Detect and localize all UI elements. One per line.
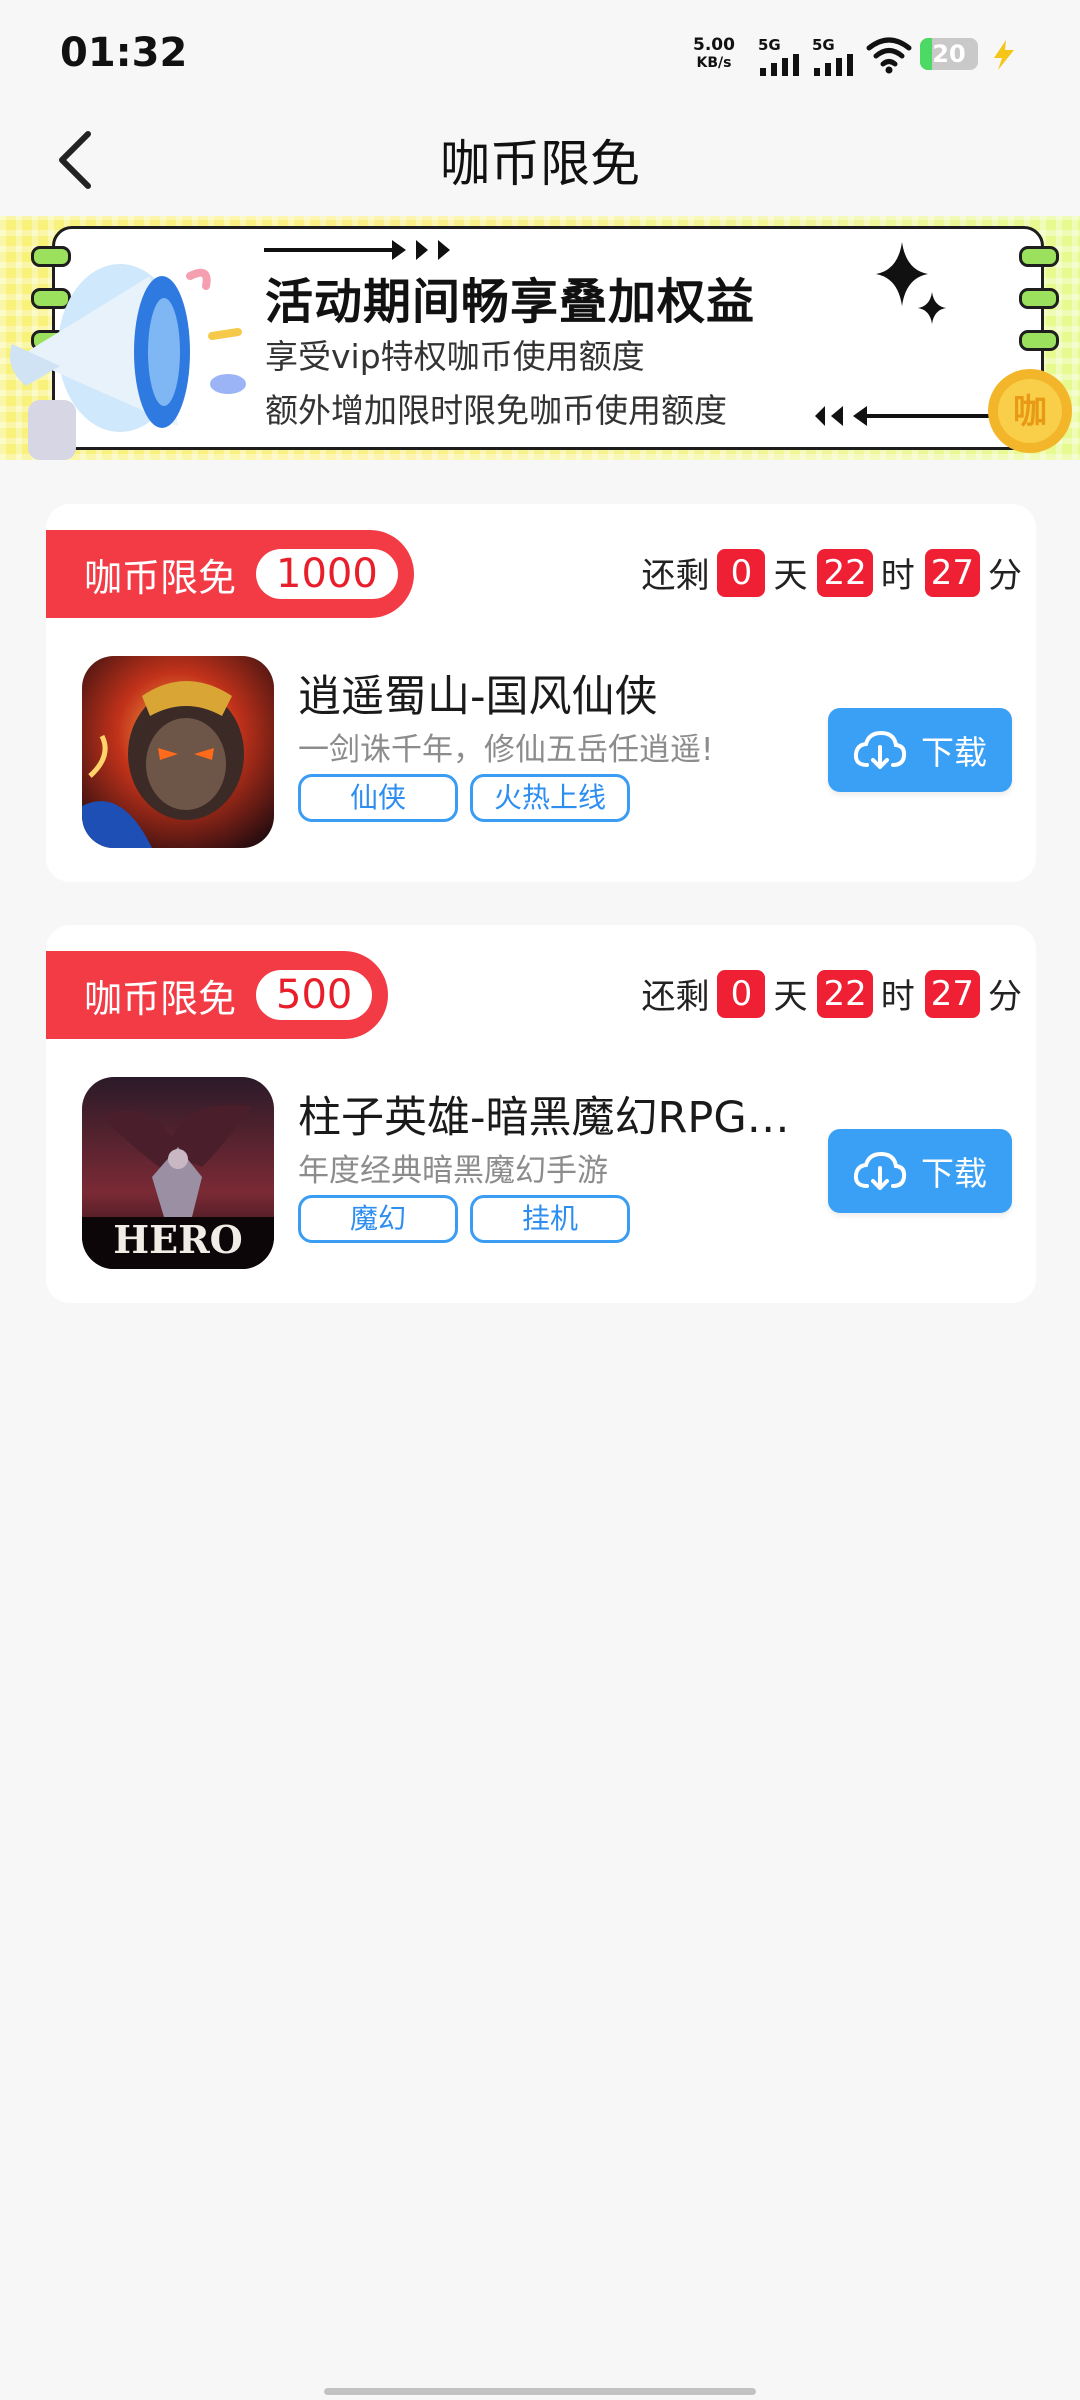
signal-1-label: 5G [758, 36, 781, 54]
free-coin-card[interactable]: 咖币限免 500 还剩 0 天 22 时 27 分 HERO 柱子英雄-暗黑魔幻… [46, 925, 1036, 1303]
countdown-days: 0 [717, 969, 766, 1018]
megaphone-icon [9, 264, 246, 460]
arrow-decoration-icon [815, 406, 990, 426]
network-speed-value: 5.00 [693, 35, 735, 55]
promo-banner[interactable]: 咖 活动期间畅享叠加权益 享受vip特权咖币使用额度 额外增加限时限免咖币使用额… [0, 216, 1080, 460]
banner-subtitle-1: 享受vip特权咖币使用额度 [265, 337, 645, 376]
countdown-hours-unit: 时 [880, 977, 915, 1017]
status-time: 01:32 [60, 30, 188, 76]
network-speed-unit: KB/s [696, 55, 732, 71]
countdown-prefix: 还剩 [641, 977, 710, 1017]
banner-title: 活动期间畅享叠加权益 [265, 274, 756, 330]
hero-logo-text: HERO [113, 1217, 243, 1262]
free-coin-card[interactable]: 咖币限免 1000 还剩 0 天 22 时 27 分 逍遥蜀山-国风仙侠 一剑诛… [46, 504, 1036, 882]
app-tags: 仙侠 火热上线 [298, 774, 630, 822]
coin-free-tag: 咖币限免 1000 [46, 530, 414, 618]
countdown-days-unit: 天 [773, 977, 808, 1017]
app-description: 一剑诛千年，修仙五岳任逍遥! [298, 732, 714, 768]
countdown-minutes-unit: 分 [988, 977, 1022, 1017]
countdown-minutes: 27 [924, 969, 980, 1018]
countdown-hours: 22 [817, 548, 873, 597]
app-description: 年度经典暗黑魔幻手游 [298, 1153, 608, 1189]
app-icon[interactable]: HERO [82, 1077, 274, 1269]
coin-amount: 1000 [256, 549, 398, 599]
signal-2-label: 5G [812, 36, 835, 54]
coin-free-label: 咖币限免 [84, 555, 237, 600]
countdown-days: 0 [717, 548, 766, 597]
signal-bars-icon [760, 54, 799, 76]
coin-free-tag: 咖币限免 500 [46, 951, 389, 1039]
countdown: 还剩 0 天 22 时 27 分 [641, 548, 1024, 597]
download-label: 下载 [921, 733, 987, 772]
wifi-icon [866, 37, 912, 74]
countdown-minutes-unit: 分 [988, 556, 1022, 596]
banner-notch [1019, 246, 1059, 267]
download-button[interactable]: 下载 [828, 708, 1012, 792]
cloud-download-icon [853, 730, 907, 769]
coin-free-label: 咖币限免 [84, 976, 237, 1021]
home-indicator[interactable] [324, 2388, 756, 2395]
banner-notch [1019, 288, 1059, 309]
status-bar: 01:32 5.00 KB/s 5G 5G 20 [0, 0, 1080, 110]
svg-text:咖: 咖 [1013, 392, 1047, 432]
countdown-prefix: 还剩 [641, 556, 710, 596]
app-name: 柱子英雄-暗黑魔幻RPG… [298, 1093, 790, 1143]
dragon-hero-app-icon: HERO [82, 1077, 274, 1269]
signal-bars-icon [814, 54, 853, 76]
app-tag: 仙侠 [298, 774, 458, 822]
banner-subtitle-2: 额外增加限时限免咖币使用额度 [265, 391, 727, 430]
countdown: 还剩 0 天 22 时 27 分 [641, 969, 1024, 1018]
banner-notch [1019, 330, 1059, 351]
countdown-minutes: 27 [924, 548, 980, 597]
battery-level: 20 [932, 40, 966, 68]
app-tag: 挂机 [470, 1195, 630, 1243]
app-tag: 魔幻 [298, 1195, 458, 1243]
monkey-king-app-icon [82, 656, 274, 848]
app-icon[interactable] [82, 656, 274, 848]
page-title: 咖币限免 [440, 135, 640, 193]
app-tag: 火热上线 [470, 774, 630, 822]
download-button[interactable]: 下载 [828, 1129, 1012, 1213]
countdown-hours: 22 [817, 969, 873, 1018]
countdown-hours-unit: 时 [880, 556, 915, 596]
coin-icon: 咖 [988, 369, 1072, 453]
download-label: 下载 [921, 1154, 987, 1193]
countdown-days-unit: 天 [773, 556, 808, 596]
cloud-download-icon [853, 1151, 907, 1190]
coin-amount: 500 [256, 970, 373, 1020]
battery-icon: 20 [920, 38, 978, 70]
network-speed: 5.00 KB/s [693, 36, 735, 72]
charging-bolt-icon [994, 40, 1014, 70]
page-header: 咖币限免 [0, 110, 1080, 220]
sparkle-icon [876, 242, 946, 324]
app-name: 逍遥蜀山-国风仙侠 [298, 672, 658, 722]
app-tags: 魔幻 挂机 [298, 1195, 630, 1243]
